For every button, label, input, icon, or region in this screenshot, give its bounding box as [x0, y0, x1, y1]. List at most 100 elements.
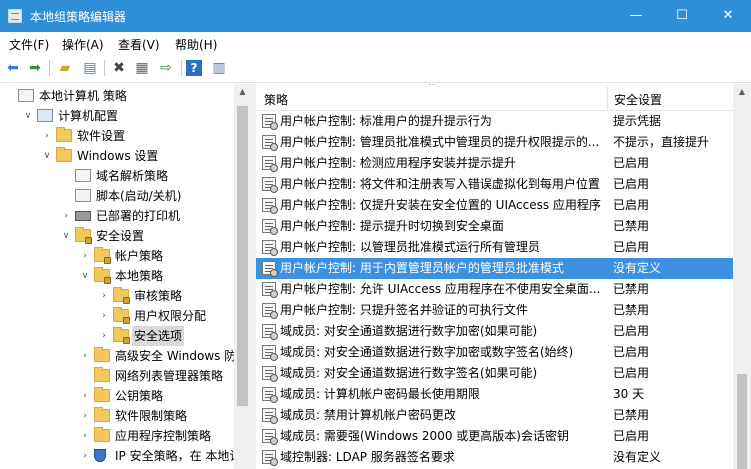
tree-node-label: 域名解析策略: [96, 169, 169, 183]
close-button[interactable]: ✕: [705, 0, 751, 32]
menu-view[interactable]: 查看(V): [118, 36, 160, 53]
export-list-icon[interactable]: ⇨: [156, 59, 176, 77]
tree-node[interactable]: › 帐户策略: [0, 246, 234, 266]
chevron-right-icon[interactable]: ›: [80, 446, 90, 466]
list-scroll-thumb[interactable]: [737, 374, 747, 469]
chevron-right-icon[interactable]: ›: [80, 406, 90, 426]
toolbar: ⬅ ➡ ▰ ▤ ✖ ▦ ⇨ ? ▥: [0, 54, 751, 83]
policy-row[interactable]: 用户帐户控制: 用于内置管理员帐户的管理员批准模式 没有定义: [256, 258, 734, 279]
tree-node[interactable]: ∨ 本地策略: [0, 266, 234, 286]
tree-node[interactable]: 网络列表管理器策略: [0, 366, 234, 386]
policy-row[interactable]: 用户帐户控制: 检测应用程序安装并提示提升 已启用: [256, 153, 734, 174]
policy-setting-icon: [262, 450, 278, 466]
tree-node-label: 软件限制策略: [115, 409, 188, 423]
policy-setting-icon: [262, 303, 278, 319]
folder-icon: [56, 127, 72, 142]
show-tree-icon[interactable]: ▤: [80, 59, 100, 77]
column-policy[interactable]: 策略: [264, 91, 288, 108]
scroll-up-arrow-icon[interactable]: ▲: [234, 87, 251, 96]
chevron-right-icon[interactable]: ›: [99, 326, 109, 346]
tree-node[interactable]: › 软件限制策略: [0, 406, 234, 426]
policy-setting-value: 已启用: [613, 345, 650, 359]
chevron-right-icon[interactable]: ›: [80, 386, 90, 406]
computer-icon: [37, 109, 53, 122]
tree-node[interactable]: › 高级安全 Windows 防火: [0, 346, 248, 366]
tree-node-label: Windows 设置: [77, 149, 159, 163]
policy-row[interactable]: 域成员: 对安全通道数据进行数字加密(如果可能) 已启用: [256, 321, 734, 342]
policy-row[interactable]: 域成员: 需要强(Windows 2000 或更高版本)会话密钥 已启用: [256, 426, 734, 447]
policy-row[interactable]: 用户帐户控制: 标准用户的提升提示行为 提示凭据: [256, 111, 734, 132]
tree-node[interactable]: › 应用程序控制策略: [0, 426, 234, 446]
up-folder-icon[interactable]: ▰: [55, 59, 75, 77]
tree-node[interactable]: › 安全选项: [0, 326, 234, 346]
menu-help[interactable]: 帮助(H): [175, 36, 217, 53]
tree-node[interactable]: ∨ Windows 设置: [0, 146, 234, 166]
tree-scrollbar[interactable]: ▲: [234, 84, 251, 469]
policy-setting-value: 已禁用: [613, 282, 650, 296]
policy-row[interactable]: 域成员: 计算机帐户密码最长使用期限 30 天: [256, 384, 734, 405]
tree-node[interactable]: 本地计算机 策略: [0, 86, 234, 106]
policy-row[interactable]: 域控制器: LDAP 服务器签名要求 没有定义: [256, 447, 734, 468]
maximize-button[interactable]: ☐: [659, 0, 705, 32]
chevron-right-icon[interactable]: ›: [80, 246, 90, 266]
policy-row[interactable]: 用户帐户控制: 以管理员批准模式运行所有管理员 已启用: [256, 237, 734, 258]
policy-row[interactable]: 用户帐户控制: 允许 UIAccess 应用程序在不使用安全桌面... 已禁用: [256, 279, 734, 300]
chevron-down-icon[interactable]: ∨: [61, 226, 71, 246]
folder-icon: [94, 347, 110, 362]
view-icon[interactable]: ▥: [209, 59, 229, 77]
tree-node[interactable]: › 公钥策略: [0, 386, 234, 406]
chevron-down-icon[interactable]: ∨: [23, 106, 33, 126]
policy-list: 策略 ^ 安全设置 用户帐户控制: 标准用户的提升提示行为 提示凭据 用户帐户控制:…: [256, 84, 751, 469]
chevron-right-icon[interactable]: ›: [99, 306, 109, 326]
column-security-setting[interactable]: 安全设置: [614, 91, 662, 108]
tree-node[interactable]: ∨ 计算机配置: [0, 106, 234, 126]
chevron-down-icon[interactable]: ∨: [80, 266, 90, 286]
folder-icon: [94, 387, 110, 402]
menu-file[interactable]: 文件(F): [9, 36, 49, 53]
policy-row[interactable]: 用户帐户控制: 管理员批准模式中管理员的提升权限提示的... 不提示，直接提升: [256, 132, 734, 153]
chevron-down-icon[interactable]: ∨: [42, 146, 52, 166]
scroll-up-arrow-icon[interactable]: ▲: [733, 87, 751, 96]
menu-action[interactable]: 操作(A): [62, 36, 104, 53]
chevron-right-icon[interactable]: ›: [80, 426, 90, 446]
tree-node[interactable]: ∨ 安全设置: [0, 226, 234, 246]
chevron-right-icon[interactable]: ›: [42, 126, 52, 146]
forward-arrow-icon[interactable]: ➡: [25, 59, 45, 77]
policy-row[interactable]: 用户帐户控制: 提示提升时切换到安全桌面 已禁用: [256, 216, 734, 237]
back-arrow-icon[interactable]: ⬅: [3, 59, 23, 77]
policy-setting-value: 没有定义: [613, 450, 662, 464]
chevron-right-icon[interactable]: ›: [61, 206, 71, 226]
properties-icon[interactable]: ▦: [132, 59, 152, 77]
policy-row[interactable]: 域成员: 对安全通道数据进行数字签名(如果可能) 已启用: [256, 363, 734, 384]
tree-node[interactable]: › 已部署的打印机: [0, 206, 234, 226]
tree-node[interactable]: › 审核策略: [0, 286, 234, 306]
tree-node-label: 本地策略: [115, 269, 164, 283]
policy-name: 用户帐户控制: 仅提升安装在安全位置的 UIAccess 应用程序: [280, 198, 601, 212]
delete-icon[interactable]: ✖: [109, 59, 129, 77]
policy-name: 用户帐户控制: 检测应用程序安装并提示提升: [280, 156, 516, 170]
policy-row[interactable]: 域成员: 对安全通道数据进行数字加密或数字签名(始终) 已启用: [256, 342, 734, 363]
policy-setting-icon: [262, 156, 278, 172]
lock-folder-icon: [75, 227, 92, 244]
policy-row[interactable]: 域成员: 禁用计算机帐户密码更改 已禁用: [256, 405, 734, 426]
chevron-right-icon[interactable]: ›: [80, 346, 90, 366]
chevron-right-icon[interactable]: ›: [99, 286, 109, 306]
policy-row[interactable]: 用户帐户控制: 将文件和注册表写入错误虚拟化到每用户位置 已启用: [256, 174, 734, 195]
list-header: 策略 ^ 安全设置: [256, 84, 734, 111]
policy-row[interactable]: 用户帐户控制: 只提升签名并验证的可执行文件 已禁用: [256, 300, 734, 321]
tree-node[interactable]: › 用户权限分配: [0, 306, 234, 326]
help-icon[interactable]: ?: [186, 60, 202, 76]
tree-node[interactable]: 脚本(启动/关机): [0, 186, 234, 206]
tree-node[interactable]: › IP 安全策略，在 本地计算: [0, 446, 250, 466]
tree-scroll-thumb[interactable]: [237, 106, 248, 406]
tree-node[interactable]: › 软件设置: [0, 126, 234, 146]
policy-name: 用户帐户控制: 管理员批准模式中管理员的提升权限提示的...: [280, 135, 600, 149]
lock-folder-icon: [113, 327, 130, 344]
minimize-button[interactable]: —: [613, 0, 659, 32]
list-scrollbar[interactable]: ▲: [733, 84, 751, 469]
policy-name: 用户帐户控制: 以管理员批准模式运行所有管理员: [280, 240, 540, 254]
policy-setting-icon: [262, 387, 278, 403]
policy-row[interactable]: 用户帐户控制: 仅提升安装在安全位置的 UIAccess 应用程序 已启用: [256, 195, 734, 216]
tree-node[interactable]: 域名解析策略: [0, 166, 234, 186]
tree-node-label: IP 安全策略，在 本地计算: [115, 449, 251, 463]
